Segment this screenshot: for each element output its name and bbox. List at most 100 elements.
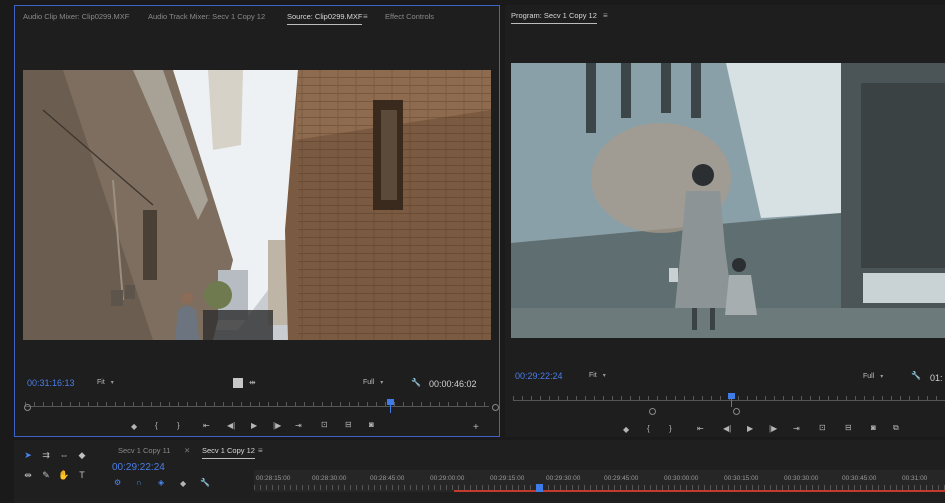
in-point-handle[interactable] (24, 404, 31, 411)
type-tool-icon[interactable]: T (76, 470, 88, 480)
tab-sequence-copy-11[interactable]: Secv 1 Copy 11 (118, 446, 170, 455)
extract-icon[interactable]: ⊟ (845, 423, 852, 433)
lift-icon[interactable]: ⊡ (819, 423, 826, 433)
add-marker-icon[interactable]: ◆ (623, 425, 629, 435)
source-tab-bar: Audio Clip Mixer: Clip0299.MXF Audio Tra… (15, 6, 499, 28)
mark-out-icon[interactable]: } (669, 424, 672, 434)
ruler-label: 00:28:45:00 (370, 475, 405, 482)
step-back-icon[interactable]: ◀| (227, 421, 235, 431)
program-zoom-dropdown[interactable]: Fit ▾ (589, 372, 606, 379)
source-zoom-dropdown[interactable]: Fit ▾ (97, 379, 114, 386)
razor-tool-icon[interactable]: ◆ (76, 450, 88, 461)
go-to-out-icon[interactable]: ⇥ (793, 424, 800, 434)
source-playhead[interactable] (387, 399, 394, 413)
ruler-label: 00:28:15:00 (256, 475, 291, 482)
work-area-bar[interactable] (454, 490, 945, 492)
timeline-panel: ➤ ⇉ ⇔ ◆ ⇹ ✎ ✋ T Secv 1 Copy 11 ✕ Secv 1 … (14, 440, 945, 503)
ruler-label: 00:30:45:00 (842, 475, 877, 482)
out-point-handle[interactable] (492, 404, 499, 411)
hand-tool-icon[interactable]: ✋ (58, 470, 70, 481)
ruler-label: 00:30:15:00 (724, 475, 759, 482)
source-current-timecode[interactable]: 00:31:16:13 (27, 378, 75, 388)
ruler-line (513, 400, 945, 401)
drag-audio-icon[interactable]: ⇹ (249, 378, 256, 388)
overwrite-icon[interactable]: ⊟ (345, 420, 352, 430)
source-video-frame[interactable] (23, 70, 491, 340)
program-current-timecode[interactable]: 00:29:22:24 (515, 371, 563, 381)
ruler-label: 00:29:30:00 (546, 475, 581, 482)
step-forward-icon[interactable]: |▶ (769, 424, 777, 434)
ruler-label: 00:29:15:00 (490, 475, 525, 482)
source-video-image (23, 70, 491, 340)
source-resolution-dropdown[interactable]: Full ▾ (363, 379, 383, 386)
in-point-handle[interactable] (649, 408, 656, 415)
program-duration-timecode: 01: (930, 373, 943, 383)
export-frame-icon[interactable]: ◙ (871, 423, 876, 433)
tab-sequence-copy-12[interactable]: Secv 1 Copy 12 (202, 446, 255, 459)
program-resolution-value: Full (863, 373, 875, 380)
ruler-label: 00:29:45:00 (604, 475, 639, 482)
panel-menu-icon[interactable]: ≡ (258, 446, 263, 455)
track-select-tool-icon[interactable]: ⇉ (40, 450, 52, 461)
comparison-view-icon[interactable]: ⧉ (893, 423, 899, 433)
snap-icon[interactable]: ⚙ (114, 478, 121, 488)
ruler-label: 00:30:30:00 (784, 475, 819, 482)
tab-audio-track-mixer[interactable]: Audio Track Mixer: Secv 1 Copy 12 (148, 12, 265, 21)
program-resolution-dropdown[interactable]: Full ▾ (863, 373, 883, 380)
program-zoom-value: Fit (589, 372, 597, 379)
chevron-down-icon: ▾ (110, 380, 114, 386)
ruler-label: 00:30:00:00 (664, 475, 699, 482)
program-monitor-panel: Program: Secv 1 Copy 12 ≡ 00:29:22:24 Fi… (505, 5, 945, 437)
tab-close-icon[interactable]: ✕ (184, 446, 190, 455)
add-button-icon[interactable]: + (473, 423, 479, 433)
ripple-edit-tool-icon[interactable]: ⇔ (58, 450, 70, 460)
source-resolution-value: Full (363, 379, 375, 386)
linked-selection-icon[interactable]: ∩ (136, 478, 142, 488)
play-icon[interactable]: ▶ (251, 421, 257, 431)
play-icon[interactable]: ▶ (747, 424, 753, 434)
drag-video-icon[interactable] (233, 378, 243, 388)
step-back-icon[interactable]: ◀| (723, 424, 731, 434)
source-time-ruler[interactable] (24, 399, 499, 413)
insert-icon[interactable]: ⊡ (321, 420, 328, 430)
mark-in-icon[interactable]: { (155, 421, 158, 431)
source-monitor-panel: Audio Clip Mixer: Clip0299.MXF Audio Tra… (14, 5, 500, 437)
pen-tool-icon[interactable]: ✎ (40, 470, 52, 481)
program-video-image (511, 63, 945, 338)
marker-icon[interactable]: ◆ (180, 479, 186, 489)
mark-out-icon[interactable]: } (177, 421, 180, 431)
panel-menu-icon[interactable]: ≡ (603, 11, 608, 20)
tab-program[interactable]: Program: Secv 1 Copy 12 (511, 11, 597, 24)
step-forward-icon[interactable]: |▶ (273, 421, 281, 431)
chevron-down-icon: ▾ (602, 373, 606, 379)
go-to-in-icon[interactable]: ⇤ (697, 424, 704, 434)
timeline-time-ruler[interactable]: 00:28:15:00 00:28:30:00 00:28:45:00 00:2… (254, 470, 945, 492)
wrench-icon[interactable]: 🔧 (911, 371, 921, 381)
go-to-out-icon[interactable]: ⇥ (295, 421, 302, 431)
selection-tool-icon[interactable]: ➤ (22, 450, 34, 461)
timeline-playhead[interactable] (536, 484, 543, 492)
timeline-settings-icon[interactable]: 🔧 (200, 478, 210, 488)
go-to-in-icon[interactable]: ⇤ (203, 421, 210, 431)
ruler-label: 00:28:30:00 (312, 475, 347, 482)
panel-menu-icon[interactable]: ≡ (363, 12, 368, 21)
program-time-ruler[interactable] (513, 393, 945, 407)
export-frame-icon[interactable]: ◙ (369, 420, 374, 430)
out-point-handle[interactable] (733, 408, 740, 415)
tab-source[interactable]: Source: Clip0299.MXF (287, 12, 363, 25)
slip-tool-icon[interactable]: ⇹ (22, 470, 34, 481)
mark-in-icon[interactable]: { (647, 424, 650, 434)
tab-effect-controls[interactable]: Effect Controls (385, 12, 434, 21)
wrench-icon[interactable]: 🔧 (411, 378, 421, 388)
tab-audio-clip-mixer[interactable]: Audio Clip Mixer: Clip0299.MXF (23, 12, 129, 21)
source-duration-timecode: 00:00:46:02 (429, 379, 477, 389)
add-marker-icon[interactable]: ◆ (131, 422, 137, 432)
ruler-label: 00:29:00:00 (430, 475, 465, 482)
timeline-current-timecode[interactable]: 00:29:22:24 (112, 462, 165, 473)
ruler-label: 00:31:00 (902, 475, 928, 482)
add-marker-timeline-icon[interactable]: ◈ (158, 478, 164, 488)
program-playhead[interactable] (728, 393, 735, 407)
chevron-down-icon: ▾ (880, 374, 884, 380)
program-video-frame[interactable] (511, 63, 945, 338)
source-zoom-value: Fit (97, 379, 105, 386)
